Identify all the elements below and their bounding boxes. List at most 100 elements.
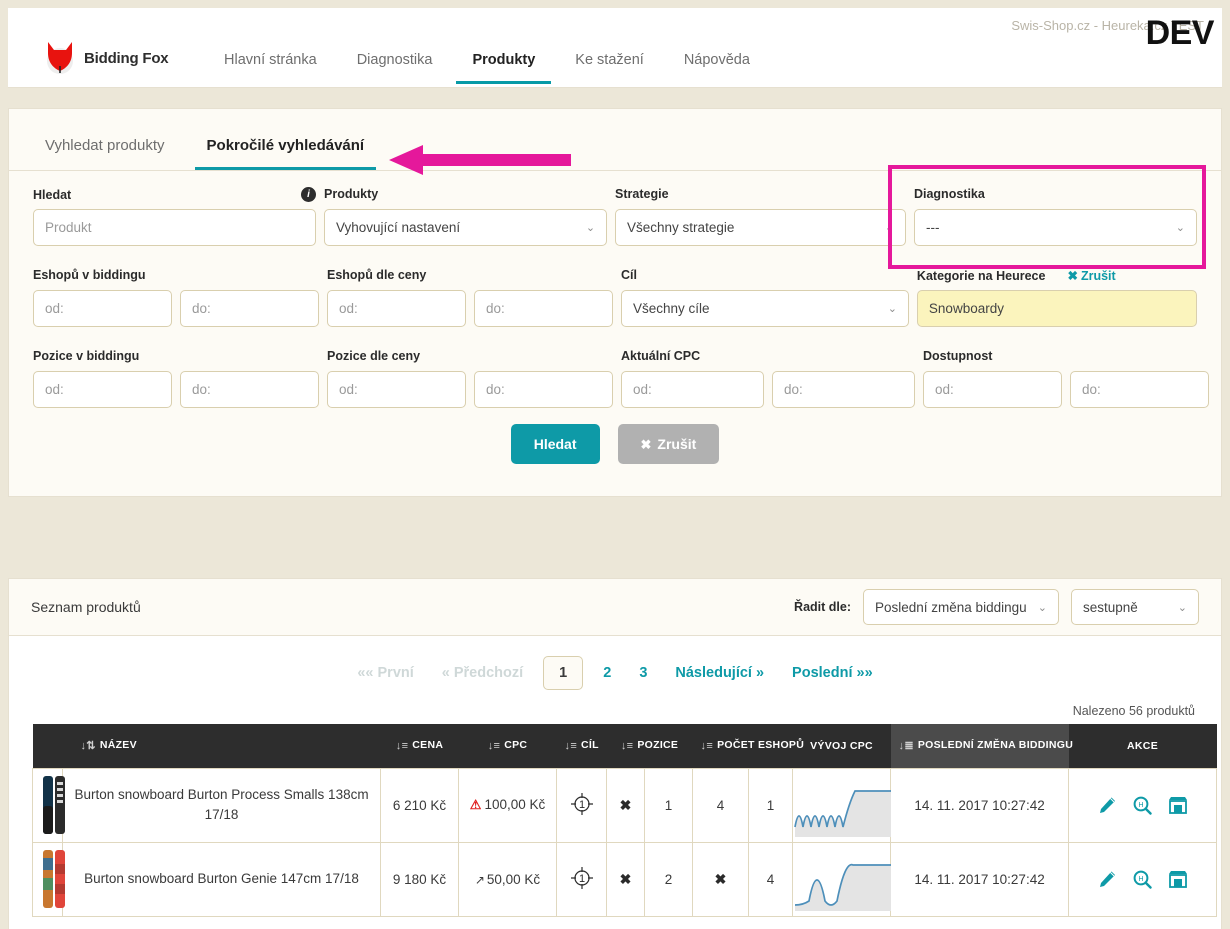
sort-field-select[interactable]: Poslední změna biddingu ⌄ [863, 589, 1059, 625]
product-image [43, 776, 65, 834]
brand-logo[interactable]: Bidding Fox [45, 40, 169, 76]
advanced-search-form: Hledat i Produkty Vyhovující nastavení ⌄… [9, 171, 1221, 496]
col-header-cil[interactable]: ↓≡ CÍL [556, 724, 607, 768]
info-icon[interactable]: i [301, 187, 317, 202]
col-header-pocet-eshopu[interactable]: ↓≡ POČET ESHOPŮ [692, 724, 804, 768]
select-cil[interactable]: Všechny cíle ⌄ [621, 290, 909, 327]
nav-item-napoveda[interactable]: Nápověda [664, 46, 770, 90]
nav-item-hlavni-stranka[interactable]: Hlavní stránka [204, 46, 337, 90]
product-cpc-sparkline-cell [792, 767, 892, 843]
label-aktualni-cpc: Aktuální CPC [621, 349, 701, 363]
sort-icon: ↓≡ [487, 740, 501, 753]
fox-logo-icon [45, 40, 75, 76]
pozice-v-biddingu-od-input[interactable] [33, 371, 172, 408]
pozice-v-biddingu-do-input[interactable] [180, 371, 319, 408]
pagination-first[interactable]: «« První [343, 665, 427, 681]
shop-icon[interactable] [1168, 870, 1188, 889]
results-count: Nalezeno 56 produktů [1072, 704, 1195, 718]
product-price: 9 180 Kč [380, 841, 460, 917]
pagination-next[interactable]: Následující » [661, 665, 778, 681]
select-produkty[interactable]: Vyhovující nastavení ⌄ [324, 209, 608, 246]
nav-item-diagnostika[interactable]: Diagnostika [337, 46, 453, 90]
product-pozice-b: 2 [644, 841, 694, 917]
table-row[interactable]: Burton snowboard Burton Process Smalls 1… [32, 767, 1218, 843]
field-hledat: Hledat i [33, 187, 317, 246]
aktualni-cpc-do-input[interactable] [772, 371, 915, 408]
field-aktualni-cpc: Aktuální CPC [621, 349, 915, 408]
select-cil-value: Všechny cíle [633, 301, 710, 316]
tab-pokrocile-vyhledavani[interactable]: Pokročilé vyhledávání [194, 137, 377, 170]
eshopu-dle-ceny-do-input[interactable] [474, 290, 613, 327]
product-list-header: Seznam produktů Řadit dle: Poslední změn… [9, 579, 1221, 636]
product-actions-cell: H [1068, 841, 1218, 917]
col-header-cena[interactable]: ↓≡ CENA [380, 724, 459, 768]
pagination-page-3[interactable]: 3 [625, 665, 661, 681]
form-row-2: Eshopů v biddingu Eshopů dle ceny Cíl Vš… [33, 268, 1197, 327]
nav-item-produkty[interactable]: Produkty [452, 46, 555, 90]
pagination-last[interactable]: Poslední »» [778, 665, 887, 681]
heureka-search-icon[interactable]: H [1133, 870, 1152, 889]
heureka-search-icon[interactable]: H [1133, 796, 1152, 815]
eshopu-v-biddingu-od-input[interactable] [33, 290, 172, 327]
nav-item-ke-stazeni[interactable]: Ke stažení [555, 46, 664, 90]
label-produkty: Produkty [324, 187, 379, 201]
select-produkty-value: Vyhovující nastavení [336, 220, 461, 235]
aktualni-cpc-od-input[interactable] [621, 371, 764, 408]
table-row[interactable]: Burton snowboard Burton Genie 147cm 17/1… [32, 841, 1218, 917]
product-thumbnail-cell [32, 841, 65, 917]
product-name[interactable]: Burton snowboard Burton Genie 147cm 17/1… [61, 841, 382, 917]
pagination-page-2[interactable]: 2 [589, 665, 625, 681]
kategorie-value-field[interactable]: Snowboardy [916, 290, 1197, 327]
kategorie-cancel-link[interactable]: ✖ Zrušit [1067, 268, 1115, 283]
table-header-row: ↓⇅ NÁZEV ↓≡ CENA ↓≡ CPC ↓≡ CÍL ↓≡ POZICE ↓≡ PO… [32, 724, 1217, 768]
product-eshopu-b: 1 [748, 767, 794, 843]
pink-arrow-annotation [389, 145, 571, 175]
label-strategie: Strategie [615, 187, 669, 201]
label-dostupnost: Dostupnost [923, 349, 993, 363]
product-cpc-sparkline-cell [792, 841, 892, 917]
label-diagnostika: Diagnostika [913, 187, 985, 201]
product-eshopu-a: 4 [692, 767, 750, 843]
product-cpc: ⚠ 100,00 Kč [458, 767, 558, 843]
search-tabs: Vyhledat produkty Pokročilé vyhledávání [9, 109, 1221, 175]
sort-icon: ↓≡ [620, 740, 634, 753]
chevron-down-icon: ⌄ [585, 222, 596, 234]
pozice-dle-ceny-od-input[interactable] [327, 371, 466, 408]
select-diagnostika[interactable]: --- ⌄ [913, 209, 1197, 246]
edit-pencil-icon[interactable] [1098, 870, 1117, 889]
sort-direction-select[interactable]: sestupně ⌄ [1071, 589, 1199, 625]
dostupnost-do-input[interactable] [1070, 371, 1209, 408]
eshopu-v-biddingu-do-input[interactable] [180, 290, 319, 327]
search-input[interactable] [33, 209, 317, 246]
col-header-posledni-zmena-biddingu[interactable]: ↓≣ POSLEDNÍ ZMĚNA BIDDINGU [890, 724, 1073, 768]
eshopu-dle-ceny-od-input[interactable] [327, 290, 466, 327]
tab-vyhledat-produkty[interactable]: Vyhledat produkty [33, 137, 177, 170]
product-name[interactable]: Burton snowboard Burton Process Smalls 1… [61, 767, 382, 843]
pozice-dle-ceny-do-input[interactable] [474, 371, 613, 408]
pagination-prev[interactable]: « Předchozí [428, 665, 537, 681]
sort-az-icon: ↓⇅ [80, 740, 96, 753]
field-produkty: Produkty Vyhovující nastavení ⌄ [324, 187, 608, 246]
sort-field-value: Poslední změna biddingu [875, 599, 1027, 615]
product-cpc: ↗ 50,00 Kč [458, 841, 558, 917]
sort-active-icon: ↓≣ [898, 740, 914, 753]
col-header-nazev[interactable]: ↓⇅ NÁZEV [32, 724, 381, 768]
form-reset-button[interactable]: ✖ Zrušit [617, 424, 720, 464]
col-header-pozice[interactable]: ↓≡ POZICE [606, 724, 693, 768]
label-pozice-dle-ceny: Pozice dle ceny [327, 349, 421, 363]
select-strategie[interactable]: Všechny strategie ⌄ [615, 209, 906, 246]
shop-icon[interactable] [1168, 796, 1188, 815]
svg-text:H: H [1138, 802, 1143, 809]
product-eshopu-a: ✖ [692, 841, 750, 917]
product-price: 6 210 Kč [380, 767, 460, 843]
label-kategorie-na-heurece: Kategorie na Heurece [916, 268, 1046, 283]
pagination-page-1[interactable]: 1 [543, 656, 584, 690]
form-actions: Hledat ✖ Zrušit [33, 412, 1197, 474]
dostupnost-od-input[interactable] [923, 371, 1062, 408]
label-eshopu-v-biddingu: Eshopů v biddingu [33, 268, 146, 282]
edit-pencil-icon[interactable] [1098, 796, 1117, 815]
search-submit-button[interactable]: Hledat [510, 424, 600, 464]
pagination: «« První « Předchozí 1 2 3 Následující »… [9, 636, 1221, 702]
chevron-down-icon: ⌄ [1037, 601, 1047, 614]
col-header-cpc[interactable]: ↓≡ CPC [458, 724, 557, 768]
